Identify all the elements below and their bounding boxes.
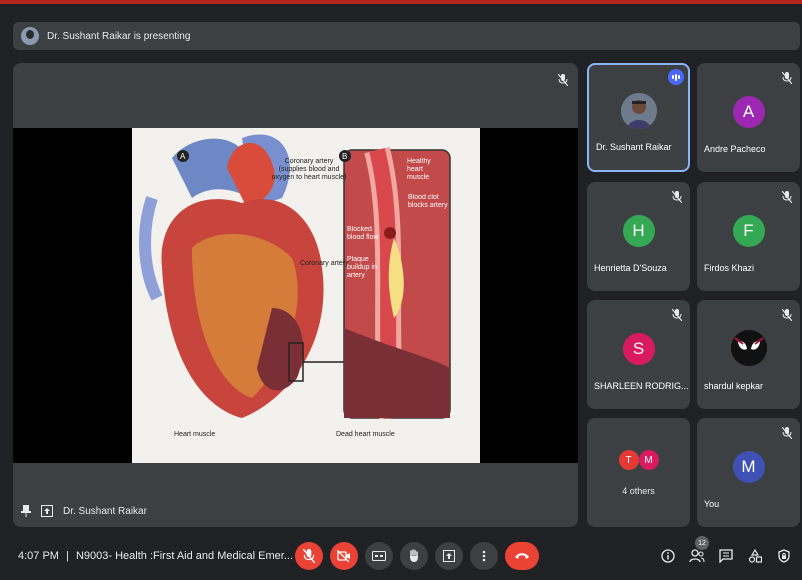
participant-name: shardul kepkar bbox=[704, 381, 764, 391]
avatar-photo bbox=[620, 92, 657, 129]
speaking-indicator-icon bbox=[668, 69, 684, 85]
spider-avatar-icon bbox=[730, 329, 767, 366]
presenter-name: Dr. Sushant Raikar bbox=[63, 505, 147, 517]
participant-tile-others[interactable]: T M 4 others bbox=[587, 418, 690, 527]
mic-off-icon bbox=[303, 549, 315, 563]
info-icon bbox=[661, 549, 675, 563]
call-controls bbox=[295, 542, 546, 570]
participant-name: Dr. Sushant Raikar bbox=[596, 142, 672, 152]
chat-button[interactable] bbox=[716, 546, 736, 566]
participant-name: Henrietta D'Souza bbox=[594, 263, 667, 273]
avatar-initial: F bbox=[732, 214, 765, 247]
participant-name: Andre Pacheco bbox=[704, 144, 766, 154]
participant-tile-sushant[interactable]: Dr. Sushant Raikar bbox=[587, 63, 690, 172]
captions-button[interactable] bbox=[365, 542, 393, 570]
hand-icon bbox=[410, 549, 418, 562]
participant-name: Firdos Khazi bbox=[704, 263, 755, 273]
meeting-title: N9003- Health :First Aid and Medical Eme… bbox=[75, 550, 293, 562]
label-coronary-artery: Coronary artery bbox=[300, 260, 349, 267]
avatar-initial: M bbox=[638, 450, 659, 470]
mic-off-icon bbox=[781, 308, 793, 326]
label-dead-heart-muscle: Dead heart muscle bbox=[336, 431, 395, 438]
participant-tile-andre[interactable]: A Andre Pacheco bbox=[697, 63, 800, 172]
camera-off-icon bbox=[337, 550, 350, 562]
others-label: 4 others bbox=[622, 486, 655, 496]
host-controls-button[interactable] bbox=[774, 546, 794, 566]
leave-call-button[interactable] bbox=[505, 542, 539, 570]
activities-button[interactable] bbox=[745, 546, 765, 566]
avatar-initial: M bbox=[732, 450, 765, 483]
label-plaque-buildup: Plaque buildup in artery bbox=[347, 256, 377, 279]
meeting-details-button[interactable] bbox=[658, 546, 678, 566]
presentation-stage[interactable]: A B Coronary artery (supplies blood and … bbox=[13, 63, 578, 527]
separator: | bbox=[66, 550, 69, 562]
presenter-avatar bbox=[21, 27, 39, 45]
avatar-initial: H bbox=[622, 214, 655, 247]
presentation-footer: Dr. Sushant Raikar bbox=[21, 505, 147, 517]
present-now-button[interactable] bbox=[435, 542, 463, 570]
closed-captions-icon bbox=[372, 551, 386, 561]
meeting-info: 4:07 PM | N9003- Health :First Aid and M… bbox=[18, 550, 293, 562]
clock-time: 4:07 PM bbox=[18, 550, 59, 562]
participants-count-badge: 12 bbox=[695, 536, 709, 550]
label-blocked-blood-flow: Blocked blood flow bbox=[347, 226, 379, 241]
others-avatars: T M bbox=[618, 450, 659, 470]
avatar-initial: A bbox=[732, 95, 765, 128]
shared-slide: A B Coronary artery (supplies blood and … bbox=[132, 128, 480, 463]
camera-toggle-button[interactable] bbox=[330, 542, 358, 570]
shield-lock-icon bbox=[778, 549, 790, 563]
participant-tile-henrietta[interactable]: H Henrietta D'Souza bbox=[587, 182, 690, 291]
raise-hand-button[interactable] bbox=[400, 542, 428, 570]
heart-attack-diagram: A B Coronary artery (supplies blood and … bbox=[132, 128, 480, 463]
label-healthy-heart-muscle: Healthy heart muscle bbox=[407, 158, 431, 181]
meeting-control-bar: 4:07 PM | N9003- Health :First Aid and M… bbox=[0, 536, 802, 580]
more-vert-icon bbox=[482, 550, 486, 562]
top-accent-bar bbox=[0, 0, 802, 4]
participant-name: SHARLEEN RODRIG... bbox=[594, 381, 689, 391]
avatar-initial: T bbox=[618, 450, 639, 470]
presenting-banner: Dr. Sushant Raikar is presenting bbox=[13, 22, 800, 50]
label-blood-clot-blocks-artery: Blood clot blocks artery bbox=[408, 194, 448, 209]
label-coronary-artery-supplies: Coronary artery (supplies blood and oxyg… bbox=[271, 158, 347, 181]
people-button[interactable]: 12 bbox=[687, 536, 709, 566]
more-options-button[interactable] bbox=[470, 542, 498, 570]
participant-tile-firdos[interactable]: F Firdos Khazi bbox=[697, 182, 800, 291]
mic-off-icon bbox=[781, 426, 793, 444]
participant-tile-you[interactable]: M You bbox=[697, 418, 800, 527]
side-controls: 12 bbox=[649, 536, 794, 566]
participant-name: You bbox=[704, 499, 720, 509]
mic-off-icon bbox=[781, 71, 793, 89]
microphone-toggle-button[interactable] bbox=[295, 542, 323, 570]
pin-icon[interactable] bbox=[21, 505, 31, 517]
mic-off-icon bbox=[671, 308, 683, 326]
chat-icon bbox=[719, 549, 733, 563]
hang-up-icon bbox=[515, 553, 529, 559]
participant-tile-sharleen[interactable]: S SHARLEEN RODRIG... bbox=[587, 300, 690, 409]
presenting-text: Dr. Sushant Raikar is presenting bbox=[47, 30, 191, 42]
mic-off-icon bbox=[671, 190, 683, 208]
mic-off-icon bbox=[781, 190, 793, 208]
label-heart-muscle: Heart muscle bbox=[174, 431, 215, 438]
mic-off-icon bbox=[557, 73, 569, 91]
present-screen-icon bbox=[41, 505, 53, 517]
avatar-initial: S bbox=[622, 332, 655, 365]
present-screen-icon bbox=[443, 550, 455, 562]
activities-shapes-icon bbox=[748, 549, 762, 563]
panel-a-label: A bbox=[180, 152, 186, 161]
people-icon bbox=[689, 549, 705, 563]
participant-tile-shardul[interactable]: shardul kepkar bbox=[697, 300, 800, 409]
